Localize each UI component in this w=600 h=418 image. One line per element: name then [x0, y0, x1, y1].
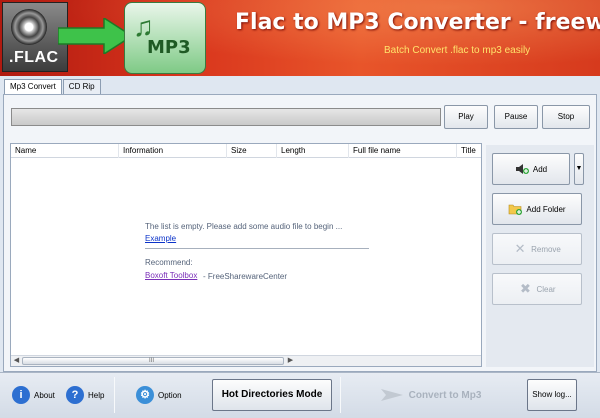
- recommend-source: - FreeSharewareCenter: [203, 272, 288, 281]
- empty-list-message: The list is empty. Please add some audio…: [145, 222, 343, 231]
- scroll-left-icon[interactable]: ◀: [11, 356, 22, 366]
- app-subtitle: Batch Convert .flac to mp3 easily: [384, 45, 531, 56]
- column-name[interactable]: Name: [11, 144, 119, 158]
- toolbar-separator: [114, 377, 115, 413]
- about-button[interactable]: i About: [12, 373, 55, 417]
- example-link[interactable]: Example: [145, 234, 176, 243]
- add-folder-button[interactable]: Add Folder: [492, 193, 582, 225]
- folder-add-icon: [508, 202, 523, 216]
- tab-cd-rip[interactable]: CD Rip: [62, 79, 101, 94]
- column-length[interactable]: Length: [277, 144, 349, 158]
- option-button[interactable]: ⚙ Option: [136, 373, 182, 417]
- column-full-file-name[interactable]: Full file name: [349, 144, 457, 158]
- recommend-label: Recommend:: [145, 258, 193, 267]
- mp3-label: MP3: [147, 37, 191, 58]
- remove-button-label: Remove: [531, 244, 561, 254]
- stop-button[interactable]: Stop: [542, 105, 590, 129]
- side-button-panel: Add ▼ Add Folder ✕ Remove ✖ Clear: [486, 145, 594, 367]
- divider: [145, 248, 369, 249]
- help-icon: ?: [66, 386, 84, 404]
- convert-label: Convert to Mp3: [408, 389, 482, 401]
- pause-button[interactable]: Pause: [494, 105, 538, 129]
- scroll-right-icon[interactable]: ▶: [285, 356, 296, 366]
- gear-icon: ⚙: [136, 386, 154, 404]
- convert-arrow-icon: [58, 18, 132, 54]
- column-size[interactable]: Size: [227, 144, 277, 158]
- bottom-toolbar: i About ? Help ⚙ Option Hot Directories …: [0, 372, 600, 418]
- clear-button-label: Clear: [536, 284, 556, 294]
- clear-button[interactable]: ✖ Clear: [492, 273, 582, 305]
- speaker-add-icon: [515, 162, 529, 176]
- add-dropdown-icon[interactable]: ▼: [574, 153, 584, 185]
- app-title: Flac to MP3 Converter - freeware: [235, 10, 600, 35]
- horizontal-scrollbar[interactable]: ◀ III ▶: [11, 355, 481, 366]
- remove-icon: ✕: [514, 241, 526, 256]
- progress-bar: [11, 108, 441, 126]
- boxoft-toolbox-link[interactable]: Boxoft Toolbox: [145, 271, 197, 280]
- add-button[interactable]: Add: [492, 153, 570, 185]
- help-button[interactable]: ? Help: [66, 373, 104, 417]
- about-label: About: [34, 390, 55, 400]
- hot-directories-mode-button[interactable]: Hot Directories Mode: [212, 379, 332, 411]
- main-panel: Play Pause Stop Name Information Size Le…: [3, 94, 597, 372]
- speaker-icon: [11, 9, 47, 45]
- convert-to-mp3-button[interactable]: Convert to Mp3: [366, 379, 496, 411]
- flac-label: .FLAC: [9, 49, 59, 66]
- help-label: Help: [88, 390, 105, 400]
- remove-button[interactable]: ✕ Remove: [492, 233, 582, 265]
- mp3-logo: ♫ MP3: [124, 2, 206, 74]
- tab-mp3-convert[interactable]: Mp3 Convert: [4, 79, 62, 95]
- convert-arrow-icon: [380, 389, 403, 401]
- column-information[interactable]: Information: [119, 144, 227, 158]
- clear-icon: ✖: [519, 281, 531, 296]
- toolbar-separator: [340, 377, 341, 413]
- list-header: Name Information Size Length Full file n…: [11, 144, 481, 158]
- add-folder-label: Add Folder: [526, 204, 566, 214]
- option-label: Option: [158, 390, 182, 400]
- header-banner: .FLAC ♫ MP3 Flac to MP3 Converter - free…: [0, 0, 600, 76]
- scroll-thumb[interactable]: III: [22, 357, 284, 365]
- info-icon: i: [12, 386, 30, 404]
- scroll-grip: III: [149, 358, 155, 364]
- tab-bar: Mp3 Convert CD Rip: [4, 79, 102, 95]
- file-list[interactable]: Name Information Size Length Full file n…: [10, 143, 482, 367]
- play-button[interactable]: Play: [444, 105, 488, 129]
- column-title[interactable]: Title: [457, 144, 481, 158]
- add-button-label: Add: [532, 164, 548, 174]
- show-log-button[interactable]: Show log...: [527, 379, 577, 411]
